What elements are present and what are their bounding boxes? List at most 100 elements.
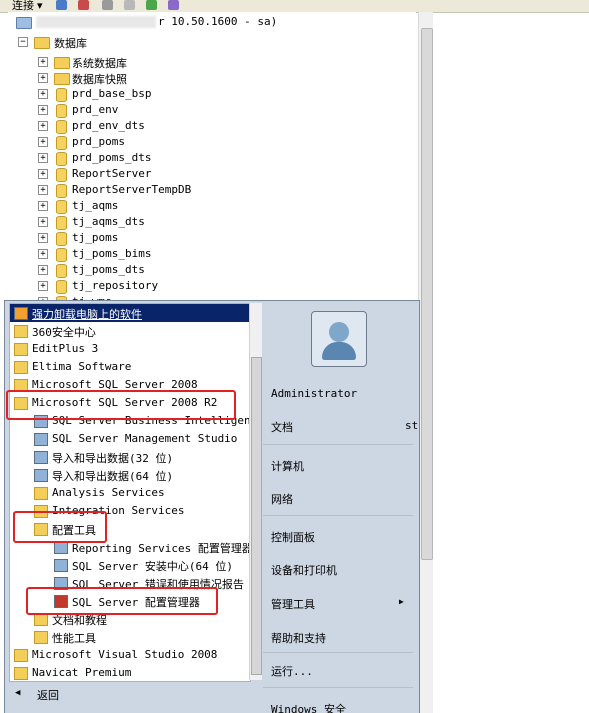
folder-icon: [34, 37, 50, 49]
databases-node[interactable]: − 数据库: [8, 34, 408, 50]
expand-icon[interactable]: +: [38, 185, 48, 195]
start-menu: 强力卸载电脑上的软件 360安全中心 EditPlus 3 Eltima Softwa…: [4, 300, 420, 713]
right-pane-item[interactable]: 计算机: [271, 458, 304, 474]
menu-separator: [263, 687, 413, 688]
folder-icon: [14, 667, 28, 680]
highlight-box-config-manager: [26, 587, 218, 615]
expand-icon[interactable]: +: [38, 201, 48, 211]
expand-icon[interactable]: +: [38, 57, 48, 67]
expand-icon[interactable]: +: [38, 89, 48, 99]
program-label: 强力卸载电脑上的软件: [32, 308, 142, 321]
database-icon: [56, 216, 67, 230]
program-label: Microsoft Visual Studio 2008: [32, 648, 218, 661]
program-item[interactable]: 性能工具: [10, 628, 250, 646]
database-node[interactable]: + prd_poms: [8, 134, 408, 150]
expand-icon[interactable]: +: [38, 233, 48, 243]
tree-node-label: prd_env: [72, 103, 119, 116]
filter-icon[interactable]: [124, 0, 135, 10]
database-icon: [56, 248, 67, 262]
database-node[interactable]: + prd_env_dts: [8, 118, 408, 134]
database-node[interactable]: + tj_poms_dts: [8, 262, 408, 278]
right-pane-item[interactable]: Administrator: [271, 387, 357, 400]
database-node[interactable]: + tj_poms: [8, 230, 408, 246]
database-icon: [56, 232, 67, 246]
databases-label: 数据库: [54, 37, 87, 50]
expand-icon[interactable]: +: [38, 249, 48, 259]
back-button[interactable]: ◀ 返回: [9, 683, 259, 711]
expand-icon[interactable]: +: [38, 217, 48, 227]
right-pane-item[interactable]: 运行...: [271, 663, 313, 679]
tree-node-label: tj_poms_dts: [72, 263, 145, 276]
expand-icon[interactable]: +: [38, 153, 48, 163]
expand-icon[interactable]: +: [38, 73, 48, 83]
user-avatar[interactable]: [311, 311, 367, 367]
all-programs-list: 强力卸载电脑上的软件 360安全中心 EditPlus 3 Eltima Softwa…: [9, 303, 251, 682]
tree-folder-node[interactable]: + 数据库快照: [8, 70, 408, 86]
right-pane-item[interactable]: Windows 安全: [271, 701, 346, 713]
refresh-icon[interactable]: [146, 0, 157, 10]
server-node[interactable]: r 10.50.1600 - sa): [8, 14, 408, 30]
database-node[interactable]: + prd_poms_dts: [8, 150, 408, 166]
tree-node-label: prd_poms: [72, 135, 125, 148]
program-item[interactable]: 360安全中心: [10, 322, 250, 340]
database-node[interactable]: + tj_repository: [8, 278, 408, 294]
database-node[interactable]: + tj_aqms: [8, 198, 408, 214]
program-item[interactable]: SQL Server 安装中心(64 位): [10, 556, 250, 574]
stop-icon[interactable]: [102, 0, 113, 10]
program-label: 导入和导出数据(64 位): [52, 470, 174, 483]
right-pane-item[interactable]: 管理工具: [271, 596, 315, 612]
right-pane-item[interactable]: 设备和打印机: [271, 562, 337, 578]
expand-icon[interactable]: +: [38, 137, 48, 147]
expand-icon[interactable]: +: [38, 169, 48, 179]
program-item[interactable]: 强力卸载电脑上的软件: [10, 304, 250, 322]
folder-icon: [54, 57, 70, 69]
program-item[interactable]: SQL Server Management Studio: [10, 430, 250, 448]
program-item[interactable]: Analysis Services: [10, 484, 250, 502]
database-node[interactable]: + ReportServer: [8, 166, 408, 182]
program-item[interactable]: 导入和导出数据(32 位): [10, 448, 250, 466]
program-label: EditPlus 3: [32, 342, 99, 355]
summary-icon[interactable]: [168, 0, 179, 10]
explorer-scrollbar[interactable]: [418, 12, 433, 713]
database-icon: [56, 184, 67, 198]
program-item[interactable]: Eltima Software: [10, 358, 250, 376]
expand-icon[interactable]: +: [38, 121, 48, 131]
database-node[interactable]: + tj_poms_bims: [8, 246, 408, 262]
collapse-icon[interactable]: −: [18, 37, 28, 47]
database-node[interactable]: + prd_env: [8, 102, 408, 118]
program-item[interactable]: 导入和导出数据(64 位): [10, 466, 250, 484]
program-item[interactable]: EditPlus 3: [10, 340, 250, 358]
connect-icon[interactable]: [56, 0, 67, 10]
database-icon: [56, 88, 67, 102]
folder-icon: [54, 73, 70, 85]
database-node[interactable]: + tj_aqms_dts: [8, 214, 408, 230]
expand-icon[interactable]: +: [38, 105, 48, 115]
program-item[interactable]: Microsoft Visual Studio 2008: [10, 646, 250, 664]
tree-node-label: ReportServerTempDB: [72, 183, 192, 196]
tree-folder-node[interactable]: + 系统数据库: [8, 54, 408, 70]
right-pane-item[interactable]: 文档: [271, 419, 293, 435]
explorer-scrollbar-thumb[interactable]: [421, 28, 433, 560]
programs-scrollbar[interactable]: [249, 303, 262, 680]
database-node[interactable]: + prd_base_bsp: [8, 86, 408, 102]
right-pane-item[interactable]: 网络: [271, 491, 293, 507]
tree-node-label: tj_poms_bims: [72, 247, 152, 260]
folder-icon: [14, 361, 28, 374]
database-icon: [56, 104, 67, 118]
program-item[interactable]: Navicat Premium: [10, 664, 250, 681]
right-pane-item[interactable]: 控制面板: [271, 529, 315, 545]
expand-icon[interactable]: +: [38, 265, 48, 275]
right-pane-item[interactable]: 帮助和支持: [271, 630, 326, 646]
expand-icon[interactable]: +: [38, 281, 48, 291]
folder-icon: [14, 343, 28, 356]
back-label: 返回: [37, 689, 59, 702]
programs-scrollbar-thumb[interactable]: [251, 357, 262, 675]
highlight-box-sql-server-r2: [6, 390, 236, 420]
disconnect-icon[interactable]: [78, 0, 89, 10]
user-avatar-body: [322, 342, 356, 360]
tree-node-label: 系统数据库: [72, 57, 127, 70]
database-node[interactable]: + ReportServerTempDB: [8, 182, 408, 198]
database-icon: [56, 152, 67, 166]
user-avatar-head: [329, 322, 349, 342]
program-label: SQL Server Management Studio: [52, 432, 238, 445]
